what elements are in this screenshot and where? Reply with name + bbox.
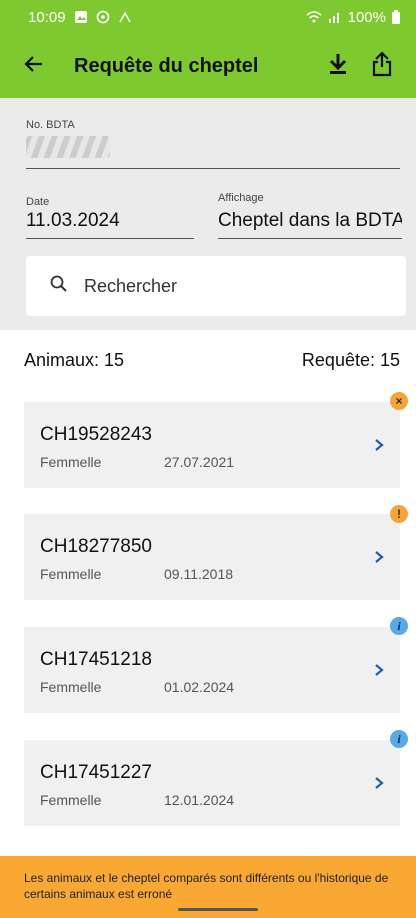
sync-icon (96, 10, 110, 24)
accessibility-icon (118, 10, 132, 24)
battery-percent: 100% (347, 8, 386, 26)
animal-sex: Femmelle (40, 454, 102, 470)
date-underline (26, 238, 194, 239)
chevron-right-icon (370, 774, 388, 792)
animal-card[interactable]: CH17451218 Femmelle 01.02.2024 (24, 627, 400, 713)
bdta-label: No. BDTA (26, 119, 75, 131)
status-left: 10:09 (28, 9, 132, 26)
animal-id: CH19528243 (40, 424, 152, 445)
battery-icon (392, 10, 400, 24)
animal-id: CH17451227 (40, 762, 152, 783)
share-icon (371, 50, 393, 82)
animal-date: 09.11.2018 (164, 566, 234, 582)
info-icon: i (390, 617, 408, 635)
redacted-bdta-number (26, 136, 110, 158)
search-icon (50, 275, 68, 298)
bdta-underline (26, 168, 400, 169)
share-button[interactable] (360, 44, 404, 88)
warning-icon: ! (390, 505, 408, 523)
animal-card[interactable]: CH18277850 Femmelle 09.11.2018 (24, 514, 400, 600)
counts-row: Animaux: 15 Requête: 15 (0, 350, 416, 380)
animal-date: 01.02.2024 (164, 679, 235, 695)
status-right: 100% (306, 9, 400, 26)
app-actions (316, 44, 404, 88)
page-title: Requête du cheptel (74, 54, 259, 77)
arrow-left-icon (23, 53, 45, 80)
query-count: Requête: 15 (301, 350, 400, 370)
back-button[interactable] (6, 34, 62, 98)
download-button[interactable] (316, 44, 360, 88)
animal-id: CH18277850 (40, 536, 152, 557)
chevron-right-icon (370, 436, 388, 454)
home-indicator[interactable] (178, 908, 258, 911)
gallery-icon (74, 10, 88, 24)
chevron-right-icon (370, 661, 388, 679)
animal-sex: Femmelle (40, 679, 102, 695)
display-label: Affichage (218, 192, 264, 204)
chevron-right-icon (370, 548, 388, 566)
animal-id: CH17451218 (40, 649, 152, 670)
search-input[interactable]: Rechercher (26, 256, 406, 316)
animal-card[interactable]: CH19528243 Femmelle 27.07.2021 (24, 402, 400, 488)
status-time: 10:09 (28, 8, 66, 26)
animal-sex: Femmelle (40, 566, 102, 582)
download-icon (327, 52, 349, 81)
animals-count: Animaux: 15 (24, 350, 125, 370)
status-bar: 10:09 100% (0, 0, 416, 34)
display-select[interactable]: Cheptel dans la BDTA (218, 210, 402, 232)
animal-date: 27.07.2021 (164, 454, 235, 470)
signal-icon (328, 10, 342, 24)
search-placeholder: Rechercher (84, 275, 178, 296)
app-bar: Requête du cheptel (0, 34, 416, 98)
wifi-icon (306, 10, 322, 24)
animal-sex: Femmelle (40, 792, 102, 808)
animal-card[interactable]: CH17451227 Femmelle 12.01.2024 (24, 740, 400, 826)
info-icon: i (390, 730, 408, 748)
date-value[interactable]: 11.03.2024 (26, 210, 120, 232)
animal-date: 12.01.2024 (164, 792, 235, 808)
date-label: Date (26, 196, 50, 208)
error-icon: × (390, 392, 408, 410)
display-underline (218, 238, 402, 239)
